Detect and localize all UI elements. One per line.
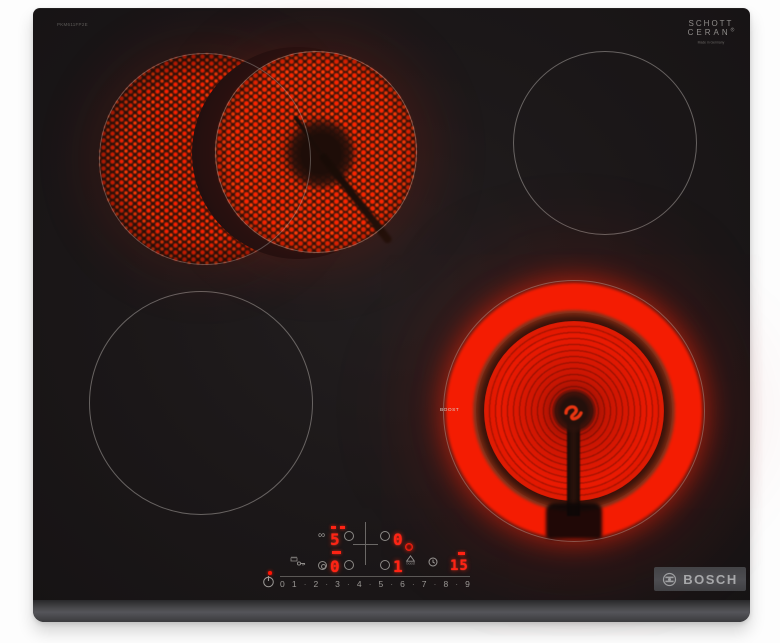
slider-level-5[interactable]: 5	[378, 579, 383, 589]
slider-level-2[interactable]: 2	[314, 579, 319, 589]
zone-select-front-right[interactable]	[380, 560, 390, 570]
zone-select-rear-right[interactable]	[380, 531, 390, 541]
zone-select-front-left[interactable]	[344, 560, 354, 570]
burner-rear-right	[513, 51, 697, 235]
slider-level-7[interactable]: 7	[422, 579, 427, 589]
boost-triangle-icon	[406, 555, 415, 562]
slider-rule	[280, 576, 470, 577]
bosch-wordmark: BOSCH	[683, 572, 737, 587]
slider-level-6[interactable]: 6	[400, 579, 405, 589]
level-display-rear-right: 0	[393, 532, 403, 548]
extended-zone-indicator	[331, 525, 345, 529]
timer-display: 15	[450, 559, 469, 573]
control-panel: ∞ 5 0 0 1 boost	[250, 519, 500, 597]
power-key-icon[interactable]	[262, 575, 275, 588]
dual-circuit-key[interactable]: ∞	[318, 530, 325, 541]
selected-zone-marker	[332, 551, 341, 554]
slider-level-3[interactable]: 3	[335, 579, 340, 589]
slider-separator: ·	[347, 580, 350, 589]
slider-level-4[interactable]: 4	[357, 579, 362, 589]
burner-rear-left-outline2	[215, 51, 417, 253]
level-display-front-right: 1	[393, 559, 403, 575]
level-slider[interactable]: 0 1 · 2 · 3 · 4 · 5 · 6 · 7 · 8 · 9	[280, 579, 470, 589]
zone-divider-horizontal	[353, 544, 378, 545]
slider-separator: ·	[325, 580, 328, 589]
ceran-line: CERAN®	[678, 28, 744, 37]
zone-select-rear-left[interactable]	[344, 531, 354, 541]
made-in-caption: Made in Germany	[697, 41, 725, 45]
product-photo: PKM611FP2E SCHOTT CERAN® Made in Germany…	[0, 0, 780, 643]
timer-min-marker	[458, 552, 465, 555]
slider-level-9[interactable]: 9	[465, 579, 470, 589]
slider-separator: ·	[434, 580, 437, 589]
front-trim-strip	[33, 600, 750, 622]
bosch-badge: BOSCH	[654, 567, 746, 591]
power-on-indicator	[268, 571, 272, 575]
model-number: PKM611FP2E	[57, 22, 88, 27]
bosch-armature-icon	[662, 572, 677, 587]
slider-separator: ·	[390, 580, 393, 589]
slider-level-0[interactable]: 0	[280, 579, 285, 589]
timer-clock-icon[interactable]	[428, 557, 438, 567]
burner-front-right-outline	[443, 280, 705, 542]
wipe-protection-key-icon[interactable]	[288, 556, 306, 567]
level-display-rear-left: 5	[330, 532, 340, 548]
boost-print-label: BOOST	[440, 407, 459, 412]
slider-separator: ·	[304, 580, 307, 589]
burner-front-left	[89, 291, 313, 515]
boost-key-label: boost	[407, 562, 414, 566]
ceramic-hob: PKM611FP2E SCHOTT CERAN® Made in Germany…	[33, 8, 750, 622]
slider-separator: ·	[455, 580, 458, 589]
slider-level-1[interactable]: 1	[292, 579, 297, 589]
zone-timer-indicator	[405, 543, 413, 551]
dual-zone-key[interactable]	[318, 561, 327, 570]
boost-key[interactable]: boost	[403, 555, 417, 569]
slider-separator: ·	[369, 580, 372, 589]
slider-separator: ·	[412, 580, 415, 589]
schott-ceran-mark: SCHOTT CERAN® Made in Germany	[678, 19, 744, 48]
slider-level-8[interactable]: 8	[443, 579, 448, 589]
level-display-front-left: 0	[330, 559, 340, 575]
